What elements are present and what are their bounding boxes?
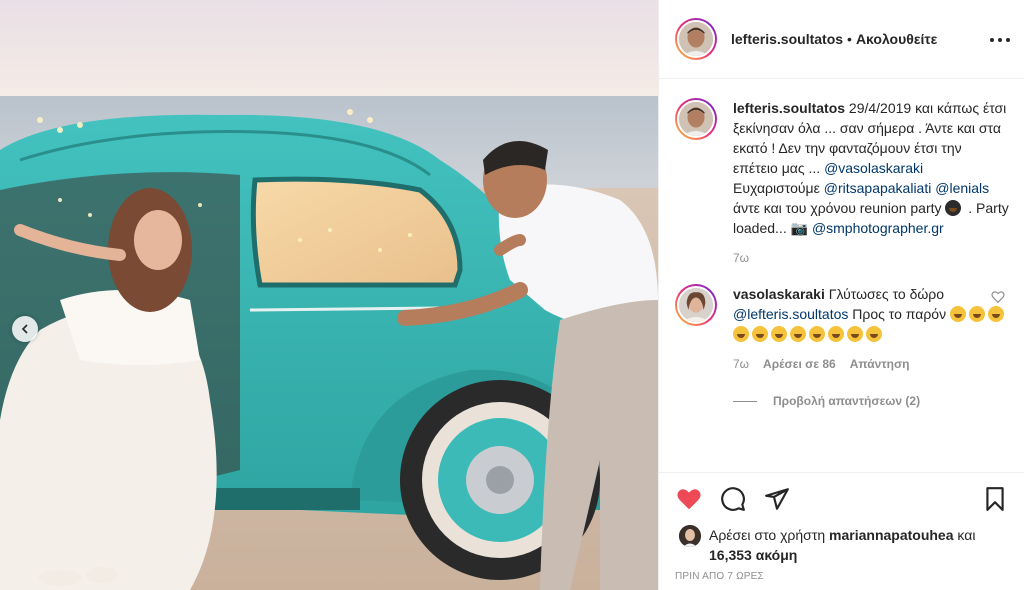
post-actions: Αρέσει στο χρήστη mariannapatouhea και 1… bbox=[659, 472, 1024, 590]
comment: vasolaskaraki Γλύτωσες το δώρο @lefteris… bbox=[675, 284, 1009, 374]
following-button[interactable]: Ακολουθείτε bbox=[856, 31, 937, 47]
likes-text: Αρέσει στο χρήστη mariannapatouhea και 1… bbox=[709, 525, 1009, 565]
emoji-icon bbox=[945, 200, 962, 216]
caption-avatar-image bbox=[679, 102, 713, 136]
author-avatar[interactable] bbox=[675, 18, 717, 60]
comment-body: vasolaskaraki Γλύτωσες το δώρο @lefteris… bbox=[733, 284, 1009, 374]
chevron-left-icon bbox=[21, 324, 28, 334]
comment-likes[interactable]: Αρέσει σε 86 bbox=[763, 354, 836, 374]
caption: lefteris.soultatos 29/4/2019 και κάπως έ… bbox=[675, 98, 1009, 268]
laughing-emoji-icon bbox=[771, 326, 787, 342]
reply-button[interactable]: Απάντηση bbox=[850, 354, 910, 374]
post-header: lefteris.soultatos • Ακολουθείτε bbox=[659, 0, 1024, 79]
comments-section[interactable]: lefteris.soultatos 29/4/2019 και κάπως έ… bbox=[659, 80, 1024, 470]
likes-middle: και bbox=[953, 527, 976, 543]
caption-text: άντε και του χρόνου reunion party bbox=[733, 200, 946, 216]
replies-divider-line bbox=[733, 400, 757, 402]
comment-text: Γλύτωσες το δώρο bbox=[824, 286, 945, 302]
comment-button[interactable] bbox=[719, 485, 747, 513]
view-replies-button[interactable]: Προβολή απαντήσεων (2) bbox=[733, 394, 1009, 408]
laughing-emoji-icon bbox=[987, 306, 1004, 322]
instagram-post: lefteris.soultatos • Ακολουθείτε lefteri… bbox=[0, 0, 1024, 590]
laughing-emoji-icon bbox=[733, 326, 749, 342]
post-timestamp[interactable]: ΠΡΙΝ ΑΠΟ 7 ΩΡΕΣ bbox=[675, 571, 1009, 582]
mention-link[interactable]: @lenials bbox=[935, 180, 989, 196]
comment-text: Προς το παρόν bbox=[848, 306, 950, 322]
mention-link[interactable]: @vasolaskaraki bbox=[824, 160, 923, 176]
liker-avatar[interactable] bbox=[679, 525, 701, 547]
post-photo[interactable] bbox=[0, 0, 658, 590]
post-side-panel: lefteris.soultatos • Ακολουθείτε lefteri… bbox=[658, 0, 1024, 590]
caption-body: lefteris.soultatos 29/4/2019 και κάπως έ… bbox=[733, 98, 1009, 268]
caption-text: Ευχαριστούμε bbox=[733, 180, 824, 196]
caption-author-avatar[interactable] bbox=[675, 98, 717, 140]
comment-bubble-icon bbox=[721, 487, 745, 511]
likes-count[interactable]: 16,353 ακόμη bbox=[709, 547, 797, 563]
commenter-username[interactable]: vasolaskaraki bbox=[733, 286, 825, 302]
liker-username[interactable]: mariannapatouhea bbox=[829, 527, 953, 543]
share-button[interactable] bbox=[763, 485, 791, 513]
caption-meta: 7ω bbox=[733, 248, 1009, 268]
likes-summary: Αρέσει στο χρήστη mariannapatouhea και 1… bbox=[675, 525, 1009, 565]
liker-avatar-image bbox=[679, 525, 701, 547]
like-comment-heart-icon[interactable] bbox=[991, 290, 1005, 304]
like-button[interactable] bbox=[675, 485, 703, 513]
laughing-emoji-icon bbox=[752, 326, 768, 342]
commenter-avatar-image bbox=[679, 288, 713, 322]
likes-prefix: Αρέσει στο χρήστη bbox=[709, 527, 830, 543]
mention-link[interactable]: @ritsapapakaliati bbox=[824, 180, 932, 196]
paper-plane-icon bbox=[765, 488, 789, 510]
comment-time[interactable]: 7ω bbox=[733, 354, 749, 374]
bookmark-icon bbox=[986, 487, 1004, 511]
author-avatar-image bbox=[679, 22, 713, 56]
mention-link[interactable]: @smphotographer.gr bbox=[812, 220, 944, 236]
carousel-prev-button[interactable] bbox=[12, 316, 38, 342]
laughing-emoji-icon bbox=[847, 326, 863, 342]
author-username[interactable]: lefteris.soultatos bbox=[731, 31, 843, 47]
laughing-emoji-icon bbox=[949, 306, 966, 322]
mention-link[interactable]: @lefteris.soultatos bbox=[733, 306, 848, 322]
commenter-avatar[interactable] bbox=[675, 284, 717, 326]
header-separator: • bbox=[847, 31, 852, 47]
more-options-icon[interactable] bbox=[990, 30, 1010, 50]
action-bar bbox=[675, 473, 1009, 525]
save-button[interactable] bbox=[981, 485, 1009, 513]
comment-meta: 7ω Αρέσει σε 86 Απάντηση bbox=[733, 354, 1009, 374]
caption-time[interactable]: 7ω bbox=[733, 248, 749, 268]
laughing-emoji-icon bbox=[809, 326, 825, 342]
view-replies-label: Προβολή απαντήσεων (2) bbox=[773, 394, 921, 408]
camera-icon: 📷 bbox=[790, 220, 809, 236]
heart-filled-icon bbox=[677, 489, 701, 510]
laughing-emoji-icon bbox=[790, 326, 806, 342]
laughing-emoji-icon bbox=[828, 326, 844, 342]
laughing-emoji-icon bbox=[866, 326, 882, 342]
laughing-emoji-icon bbox=[968, 306, 985, 322]
couple-with-car-photo bbox=[0, 0, 658, 590]
caption-username[interactable]: lefteris.soultatos bbox=[733, 100, 845, 116]
